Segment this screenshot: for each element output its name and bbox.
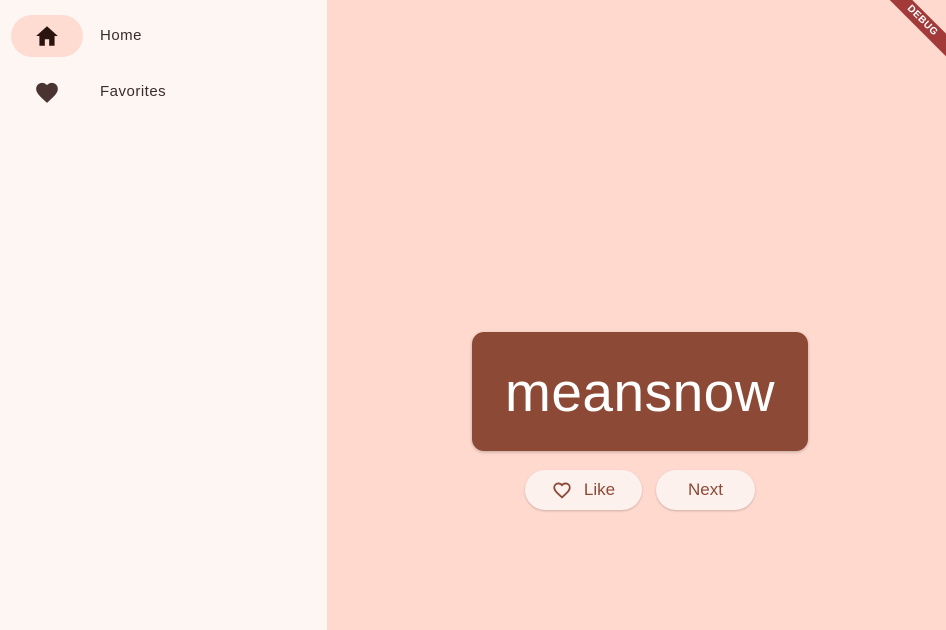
like-button[interactable]: Like	[525, 470, 642, 510]
next-button[interactable]: Next	[656, 470, 755, 510]
nav-item-favorites[interactable]: Favorites	[0, 71, 327, 113]
navigation-rail: Home Favorites	[0, 0, 327, 630]
nav-label-home: Home	[100, 27, 143, 44]
next-button-label: Next	[688, 480, 723, 499]
generator-page: meansnow Like Next	[327, 0, 946, 630]
heart-outline-icon	[553, 482, 571, 499]
word-pair-text: meansnow	[505, 360, 775, 423]
like-button-label: Like	[583, 480, 616, 499]
nav-item-home[interactable]: Home	[0, 15, 327, 57]
nav-label-favorites: Favorites	[100, 83, 167, 100]
heart-filled-icon	[36, 82, 58, 103]
word-pair-card: meansnow	[472, 332, 808, 451]
home-icon	[36, 26, 58, 46]
